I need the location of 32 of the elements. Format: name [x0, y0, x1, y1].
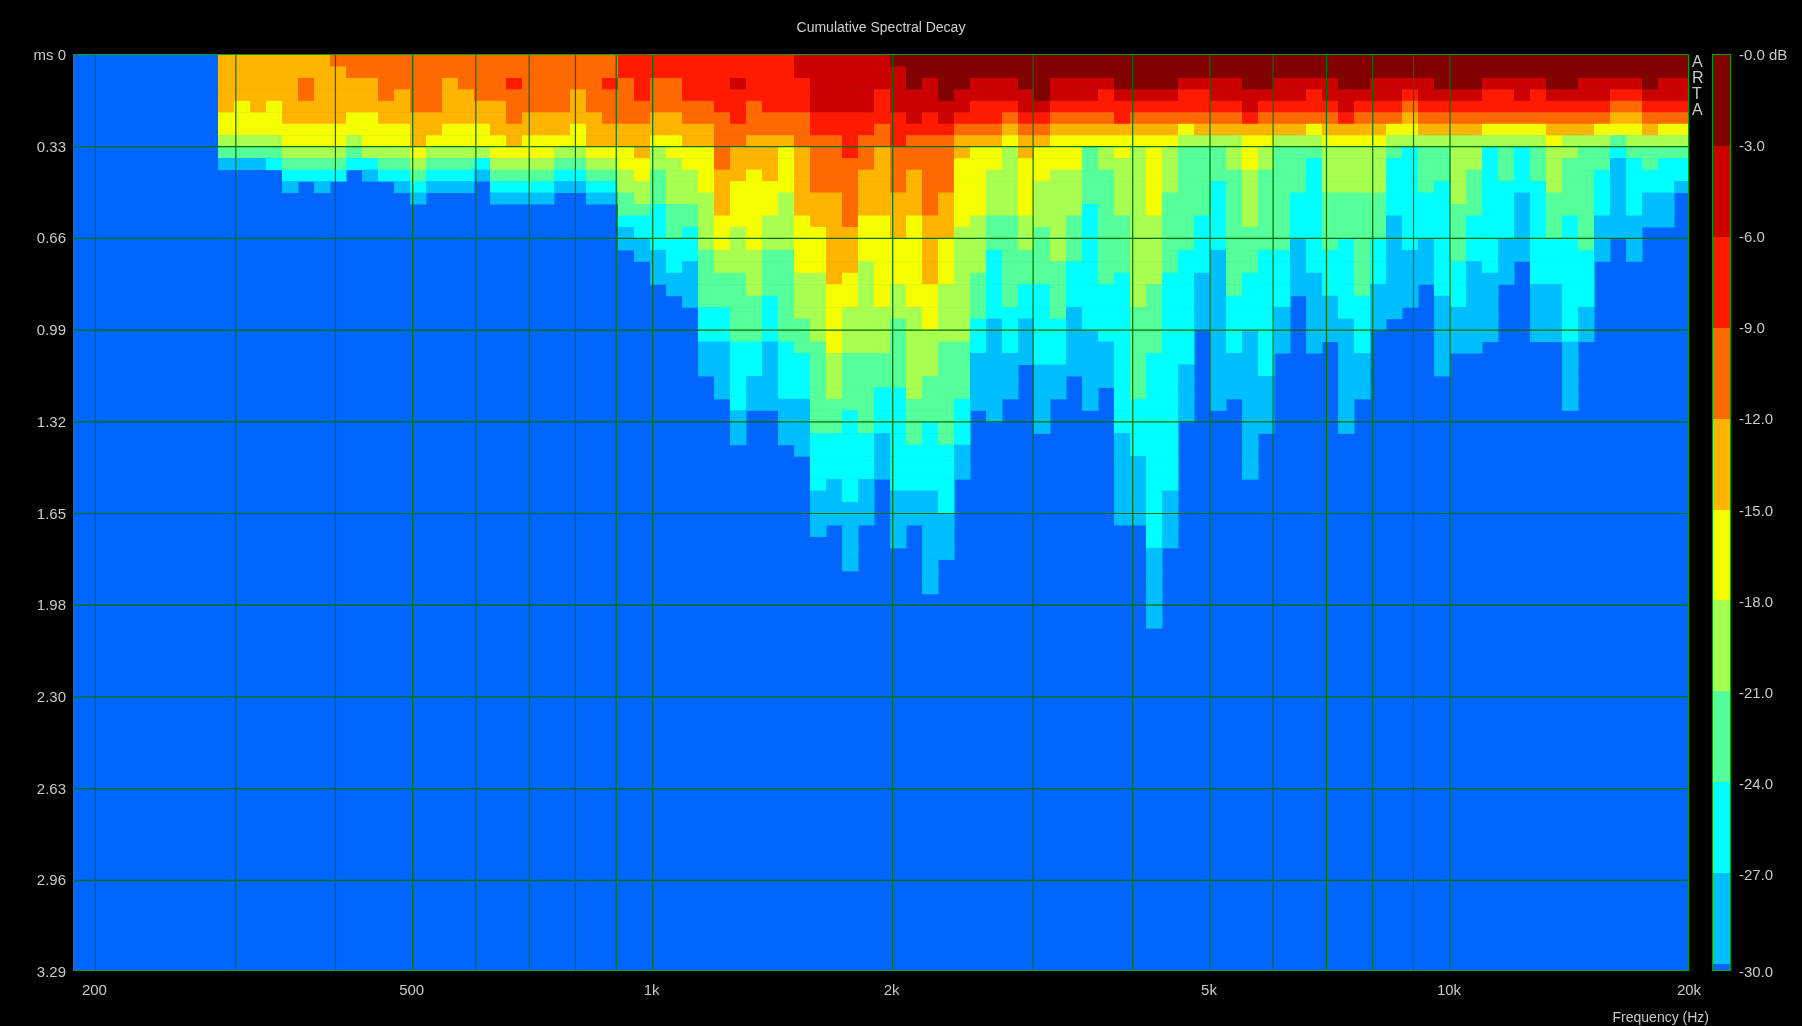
color-scale-tick-label: -6.0 — [1739, 227, 1765, 245]
y-axis-tick-label: 1.32 — [36, 412, 66, 430]
y-axis-tick-label: ms 0 — [33, 45, 66, 63]
color-scale-tick-label: -15.0 — [1739, 501, 1774, 518]
color-scale-tick-label: -0.0 dB — [1739, 45, 1788, 63]
y-axis-tick-label: 2.96 — [36, 870, 66, 888]
x-axis-tick-label: 1k — [643, 981, 660, 998]
x-axis-title: Frequency (Hz) — [1612, 1009, 1709, 1025]
y-axis-tick-label: 0.99 — [36, 320, 66, 338]
y-axis-tick-label: 0.66 — [36, 228, 66, 246]
color-scale-tick-label: -9.0 — [1739, 318, 1765, 336]
color-scale-tick-label: -30.0 — [1739, 962, 1774, 980]
color-scale-tick-label: -27.0 — [1739, 865, 1774, 883]
x-axis-tick-label: 20k — [1676, 981, 1702, 998]
y-axis-tick-label: 3.29 — [36, 962, 66, 980]
y-axis-tick-label: 2.63 — [36, 779, 66, 797]
brand-label: ARTA — [1692, 54, 1705, 118]
y-axis-tick-label: 0.33 — [36, 137, 66, 155]
color-scale-tick-label: -21.0 — [1739, 683, 1774, 701]
x-axis-tick-label: 10k — [1436, 981, 1462, 998]
chart-title: Cumulative Spectral Decay — [796, 19, 966, 35]
x-axis-tick-label: 2k — [883, 981, 900, 998]
color-scale-tick-label: -18.0 — [1739, 592, 1774, 610]
x-axis-tick-label: 500 — [399, 981, 425, 998]
color-scale-tick-label: -3.0 — [1739, 136, 1765, 154]
color-scale-tick-label: -12.0 — [1739, 409, 1774, 427]
x-axis-tick-label: 200 — [81, 981, 107, 998]
x-axis-tick-label: 5k — [1201, 981, 1217, 998]
y-axis-tick-label: 1.98 — [36, 595, 66, 613]
color-scale-tick-label: -24.0 — [1739, 774, 1774, 792]
y-axis-tick-label: 2.30 — [36, 687, 66, 705]
y-axis-tick-label: 1.65 — [36, 504, 66, 521]
